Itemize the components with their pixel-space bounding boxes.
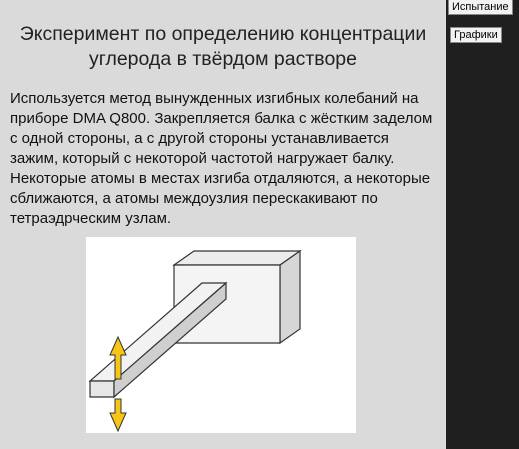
main-content: Эксперимент по определению концентрации … bbox=[0, 0, 446, 449]
test-button[interactable]: Испытание bbox=[448, 0, 513, 15]
charts-button[interactable]: Графики bbox=[450, 27, 502, 43]
clamp-block-top bbox=[172, 250, 302, 266]
sidebar bbox=[446, 0, 519, 449]
description-text: Используется метод вынужденных изгибных … bbox=[10, 90, 433, 227]
clamp-block-right bbox=[279, 249, 301, 345]
page: Эксперимент по определению концентрации … bbox=[0, 0, 519, 449]
arrow-down bbox=[109, 398, 127, 433]
page-title: Эксперимент по определению концентрации … bbox=[19, 23, 427, 70]
beam-diagram-svg bbox=[88, 249, 302, 433]
beam-illustration bbox=[86, 237, 356, 433]
beam-front bbox=[89, 380, 115, 398]
